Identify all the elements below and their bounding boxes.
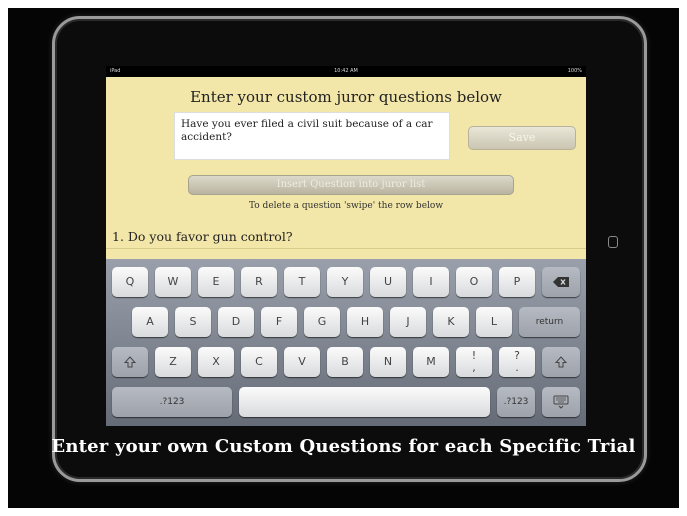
insert-question-button[interactable]: Insert Question into juror list [188, 175, 514, 195]
key-j[interactable]: J [390, 307, 426, 337]
backspace-key[interactable] [542, 267, 580, 297]
key-i[interactable]: I [413, 267, 449, 297]
status-bar: iPad 10:42 AM 100% [106, 66, 586, 77]
key-m[interactable]: M [413, 347, 449, 377]
page-title: Enter your custom juror questions below [190, 88, 502, 106]
key-t[interactable]: T [284, 267, 320, 297]
hide-keyboard-key[interactable] [542, 387, 580, 417]
key-k[interactable]: K [433, 307, 469, 337]
key-h[interactable]: H [347, 307, 383, 337]
key-a[interactable]: A [132, 307, 168, 337]
key-question-period[interactable]: ? . [499, 347, 535, 377]
key-x[interactable]: X [198, 347, 234, 377]
key-b[interactable]: B [327, 347, 363, 377]
key-z[interactable]: Z [155, 347, 191, 377]
delete-hint: To delete a question 'swipe' the row bel… [248, 201, 444, 211]
comma-label: , [472, 361, 476, 374]
key-g[interactable]: G [304, 307, 340, 337]
hide-keyboard-icon [553, 395, 569, 409]
keyboard: Q W E R T Y U I O P A S D F G H J K L re… [106, 259, 586, 426]
key-u[interactable]: U [370, 267, 406, 297]
key-w[interactable]: W [155, 267, 191, 297]
backspace-icon [553, 277, 569, 287]
question-input[interactable]: Have you ever filed a civil suit because… [174, 112, 450, 160]
question-list-row[interactable]: 1. Do you favor gun control? [106, 224, 586, 249]
key-d[interactable]: D [218, 307, 254, 337]
app-screen: iPad 10:42 AM 100% Enter your custom jur… [106, 66, 586, 426]
promo-caption: Enter your own Custom Questions for each… [51, 436, 636, 457]
shift-icon [554, 356, 568, 368]
key-o[interactable]: O [456, 267, 492, 297]
key-exclamation-comma[interactable]: ! , [456, 347, 492, 377]
battery-indicator: 100% [567, 68, 582, 74]
question-text: 1. Do you favor gun control? [112, 229, 293, 244]
key-n[interactable]: N [370, 347, 406, 377]
numbers-key-left[interactable]: .?123 [112, 387, 232, 417]
key-q[interactable]: Q [112, 267, 148, 297]
clock: 10:42 AM [334, 68, 358, 74]
shift-icon [123, 356, 137, 368]
key-v[interactable]: V [284, 347, 320, 377]
save-button[interactable]: Save [468, 126, 576, 150]
period-label: . [515, 361, 519, 374]
space-bar[interactable] [239, 387, 490, 417]
return-key[interactable]: return [519, 307, 580, 337]
shift-key-right[interactable] [542, 347, 580, 377]
key-e[interactable]: E [198, 267, 234, 297]
key-l[interactable]: L [476, 307, 512, 337]
home-button[interactable] [608, 236, 618, 248]
key-r[interactable]: R [241, 267, 277, 297]
key-f[interactable]: F [261, 307, 297, 337]
key-c[interactable]: C [241, 347, 277, 377]
numbers-key-right[interactable]: .?123 [497, 387, 535, 417]
shift-key-left[interactable] [112, 347, 148, 377]
key-s[interactable]: S [175, 307, 211, 337]
key-y[interactable]: Y [327, 267, 363, 297]
key-p[interactable]: P [499, 267, 535, 297]
